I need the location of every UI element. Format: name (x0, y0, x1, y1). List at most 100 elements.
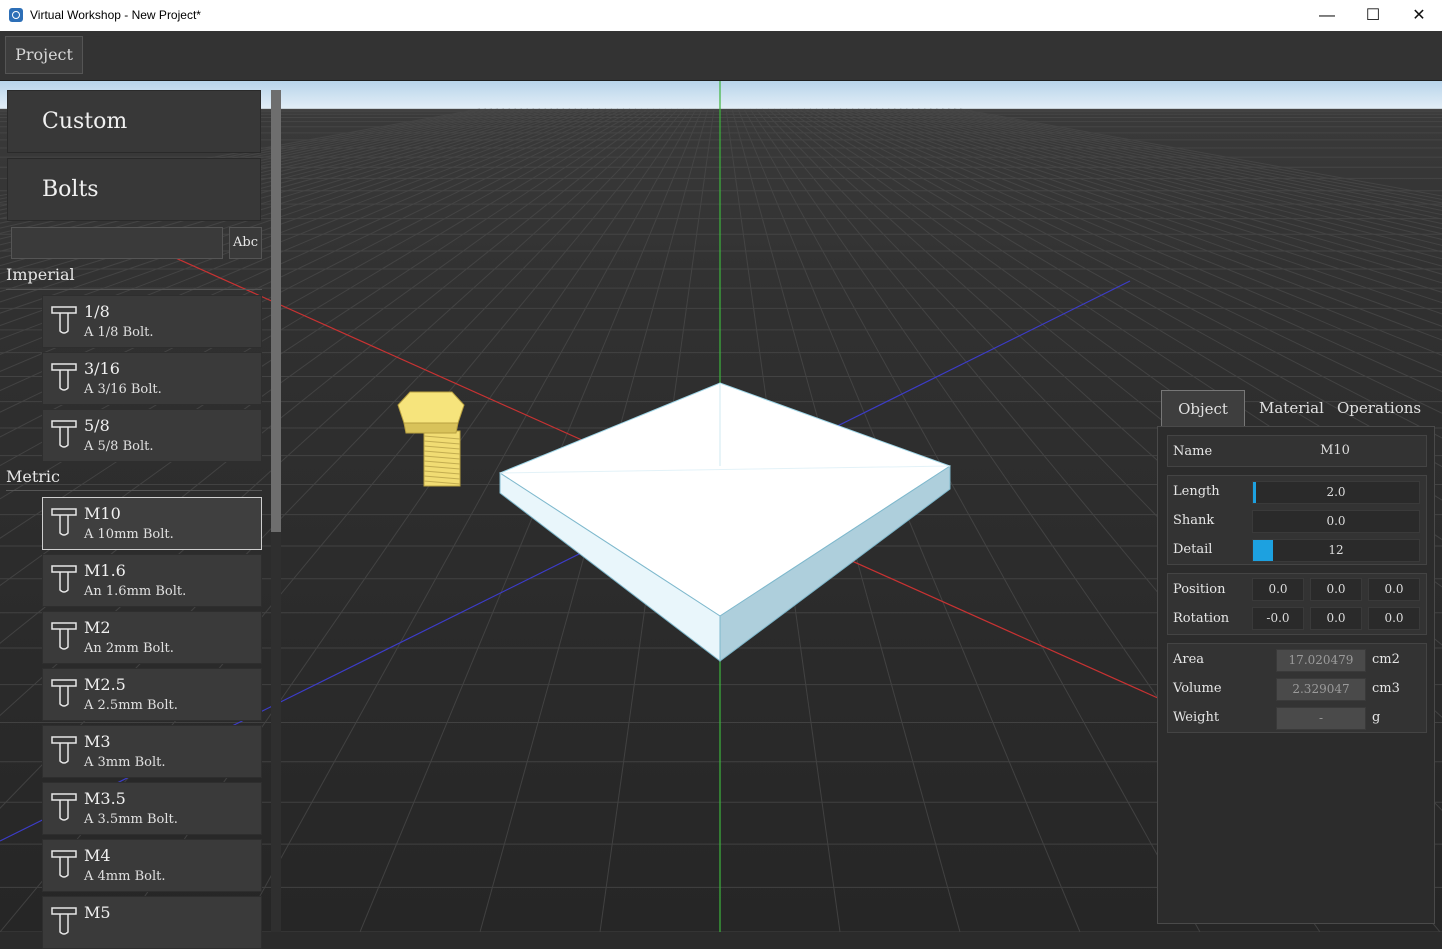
bolt-t-icon (51, 907, 77, 935)
object-properties: Name M10 Length 2.0 Shank 0.0 Detail 12 … (1157, 426, 1435, 924)
rotation-label: Rotation (1173, 611, 1230, 626)
bolt-t-icon (51, 622, 77, 650)
bolt-list-item[interactable]: 1/8 A 1/8 Bolt. (42, 295, 262, 348)
bolt-description: A 1/8 Bolt. (84, 325, 154, 340)
transform-group: Position 0.0 0.0 0.0 Rotation -0.0 0.0 0… (1167, 573, 1427, 635)
length-fill (1253, 482, 1257, 503)
bolt-list-item[interactable]: M3.5 A 3.5mm Bolt. (42, 782, 262, 835)
length-label: Length (1173, 484, 1220, 499)
tab-material[interactable]: Material (1259, 390, 1324, 426)
bolt-list-item[interactable]: 5/8 A 5/8 Bolt. (42, 409, 262, 462)
bolt-description: A 3/16 Bolt. (84, 382, 162, 397)
metric-header: Metric (6, 467, 61, 486)
bolt-t-icon (51, 793, 77, 821)
weight-field: - (1276, 707, 1366, 730)
bolt-description: A 3.5mm Bolt. (84, 812, 178, 827)
bolt-name: M1.6 (84, 561, 126, 580)
volume-unit: cm3 (1372, 681, 1400, 696)
bolt-t-icon (51, 363, 77, 391)
bolt-name: M5 (84, 903, 111, 922)
length-value: 2.0 (1326, 485, 1346, 499)
area-label: Area (1173, 652, 1205, 667)
bolt-name: M10 (84, 504, 121, 523)
bolt-list-item[interactable]: M2 An 2mm Bolt. (42, 611, 262, 664)
imperial-header: Imperial (6, 265, 75, 284)
library-panel: Custom Bolts Abc Imperial 1/8 A 1/8 Bolt.… (0, 81, 282, 949)
bolt-description: An 2mm Bolt. (84, 641, 174, 656)
rotation-y-field[interactable]: 0.0 (1310, 607, 1362, 630)
position-y-field[interactable]: 0.0 (1310, 578, 1362, 601)
bolt-list-item[interactable]: M10 A 10mm Bolt. (42, 497, 262, 550)
bolt-name: 3/16 (84, 359, 120, 378)
position-label: Position (1173, 582, 1226, 597)
detail-fill (1253, 540, 1273, 561)
bolt-t-icon (51, 306, 77, 334)
divider (6, 289, 262, 290)
bolt-list-item[interactable]: 3/16 A 3/16 Bolt. (42, 352, 262, 405)
tab-operations[interactable]: Operations (1337, 390, 1421, 426)
bolt-t-icon (51, 736, 77, 764)
bolt-t-icon (51, 850, 77, 878)
tab-object[interactable]: Object (1161, 390, 1245, 426)
shank-slider[interactable]: 0.0 (1252, 510, 1420, 533)
app-icon (9, 8, 23, 22)
bolt-description: A 4mm Bolt. (84, 869, 166, 884)
measurements-group: Area 17.020479 cm2 Volume 2.329047 cm3 W… (1167, 643, 1427, 733)
length-slider[interactable]: 2.0 (1252, 481, 1420, 504)
bolt-name: 1/8 (84, 302, 110, 321)
volume-label: Volume (1173, 681, 1222, 696)
position-z-field[interactable]: 0.0 (1368, 578, 1420, 601)
name-group: Name M10 (1167, 435, 1427, 467)
rotation-z-field[interactable]: 0.0 (1368, 607, 1420, 630)
bolt-list-item[interactable]: M3 A 3mm Bolt. (42, 725, 262, 778)
detail-value: 12 (1328, 543, 1344, 557)
position-x-field[interactable]: 0.0 (1252, 578, 1304, 601)
bolt-name: 5/8 (84, 416, 110, 435)
name-label: Name (1173, 444, 1213, 459)
bolt-name: M3.5 (84, 789, 126, 808)
bolt-list-item[interactable]: M4 A 4mm Bolt. (42, 839, 262, 892)
bolt-t-icon (51, 508, 77, 536)
bolt-t-icon (51, 679, 77, 707)
bolt-name: M4 (84, 846, 111, 865)
weight-unit: g (1372, 710, 1381, 725)
weight-label: Weight (1173, 710, 1220, 725)
bolt-description: A 2.5mm Bolt. (84, 698, 178, 713)
volume-field: 2.329047 (1276, 678, 1366, 701)
bolt-list-item[interactable]: M5 (42, 896, 262, 949)
dimensions-group: Length 2.0 Shank 0.0 Detail 12 (1167, 475, 1427, 565)
bolt-list-item[interactable]: M1.6 An 1.6mm Bolt. (42, 554, 262, 607)
category-bolts[interactable]: Bolts (7, 158, 261, 221)
minimize-button[interactable]: — (1304, 0, 1350, 31)
detail-slider[interactable]: 12 (1252, 539, 1420, 562)
shank-label: Shank (1173, 513, 1215, 528)
detail-label: Detail (1173, 542, 1213, 557)
area-unit: cm2 (1372, 652, 1400, 667)
area-field: 17.020479 (1276, 649, 1366, 672)
bolt-description: An 1.6mm Bolt. (84, 584, 187, 599)
properties-panel: Object Material Operations Name M10 Leng… (1157, 390, 1435, 924)
scrollbar-thumb[interactable] (271, 90, 281, 532)
bolt-description: A 10mm Bolt. (84, 527, 174, 542)
title-bar: Virtual Workshop - New Project* — ☐ ✕ (0, 0, 1442, 31)
close-button[interactable]: ✕ (1396, 0, 1442, 31)
maximize-button[interactable]: ☐ (1350, 0, 1396, 31)
rotation-x-field[interactable]: -0.0 (1252, 607, 1304, 630)
bolt-name: M3 (84, 732, 111, 751)
name-field[interactable]: M10 (1252, 440, 1418, 463)
bolt-name: M2 (84, 618, 111, 637)
category-custom[interactable]: Custom (7, 90, 261, 153)
menu-bar: Project (0, 31, 1442, 81)
bolt-t-icon (51, 565, 77, 593)
search-input[interactable] (11, 227, 223, 259)
divider (6, 490, 262, 491)
bolt-description: A 3mm Bolt. (84, 755, 166, 770)
window-title: Virtual Workshop - New Project* (30, 8, 201, 22)
bolt-name: M2.5 (84, 675, 126, 694)
sort-abc-button[interactable]: Abc (229, 227, 262, 259)
bolt-description: A 5/8 Bolt. (84, 439, 154, 454)
bolt-list-item[interactable]: M2.5 A 2.5mm Bolt. (42, 668, 262, 721)
project-menu-button[interactable]: Project (5, 36, 83, 74)
bolt-t-icon (51, 420, 77, 448)
library-scrollbar[interactable] (271, 90, 281, 932)
